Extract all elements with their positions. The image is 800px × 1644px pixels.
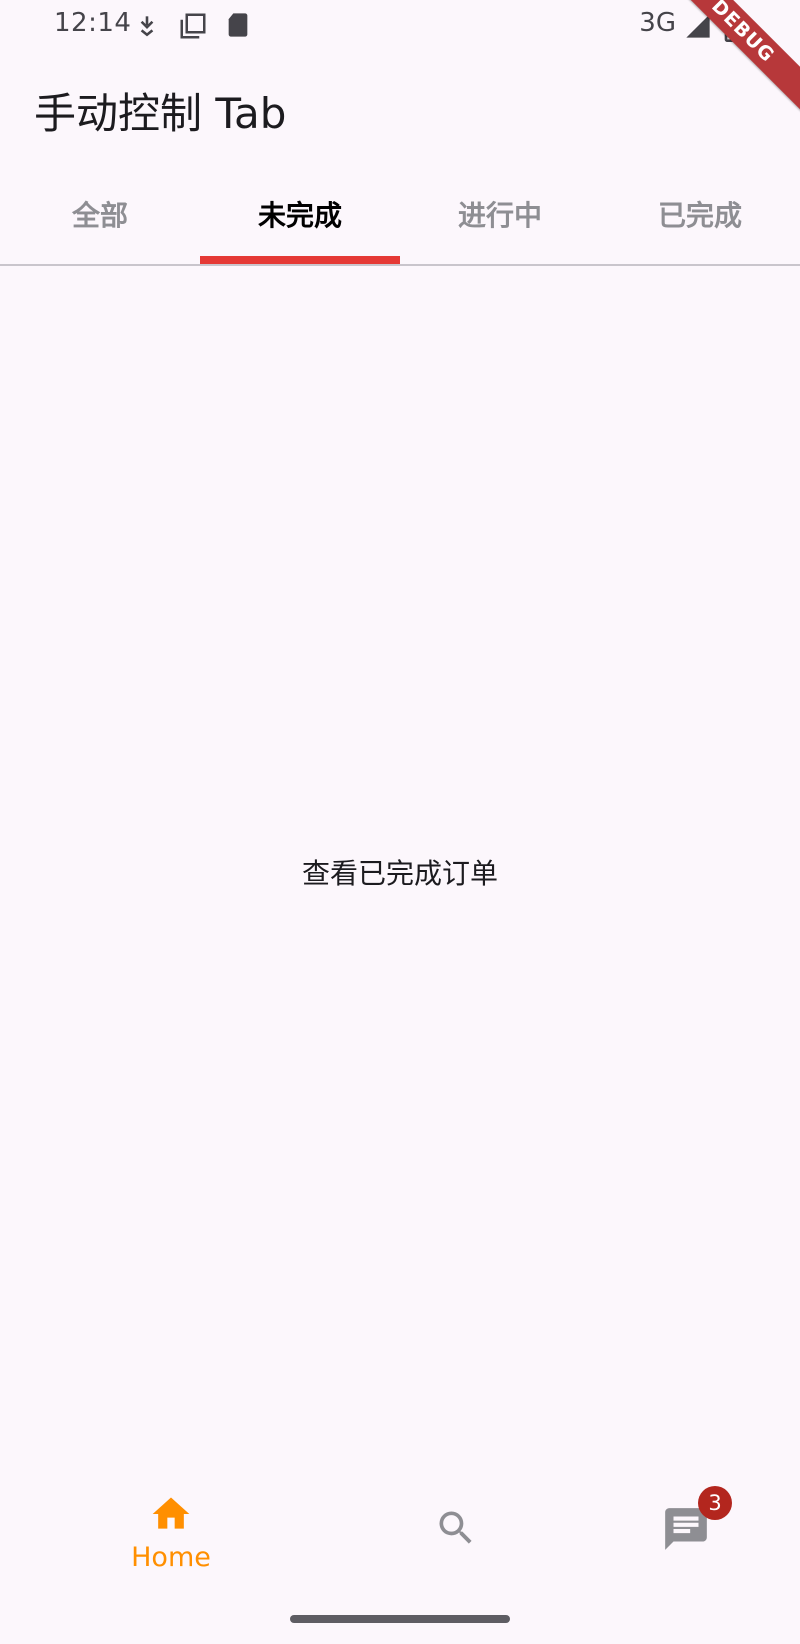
nav-home-label: Home [131, 1542, 211, 1573]
network-type: 3G [639, 8, 676, 38]
nav-home[interactable]: Home [91, 1492, 251, 1592]
tab-incomplete[interactable]: 未完成 [200, 164, 400, 264]
messages-badge: 3 [698, 1486, 732, 1520]
tab-all[interactable]: 全部 [0, 164, 200, 264]
tab-content: 查看已完成订单 [0, 266, 800, 1472]
nav-messages[interactable]: 3 [606, 1486, 766, 1592]
status-time: 12:14 [54, 8, 132, 38]
sd-card-icon [224, 10, 252, 40]
tab-completed[interactable]: 已完成 [600, 164, 800, 264]
page-title: 手动控制 Tab [34, 89, 287, 138]
tab-bar: 全部 未完成 进行中 已完成 [0, 164, 800, 266]
tab-indicator [200, 256, 400, 264]
home-icon [152, 1497, 190, 1529]
search-icon [439, 1511, 472, 1544]
home-gesture-indicator[interactable] [290, 1615, 510, 1623]
status-bar: 12:14 3G [0, 0, 800, 52]
screenshot-icon [178, 11, 208, 41]
download-notification-icon [134, 12, 160, 38]
app-bar: 手动控制 Tab [0, 52, 800, 164]
content-text: 查看已完成订单 [301, 857, 498, 890]
nav-search[interactable] [376, 1492, 536, 1592]
tab-in-progress[interactable]: 进行中 [400, 164, 600, 264]
